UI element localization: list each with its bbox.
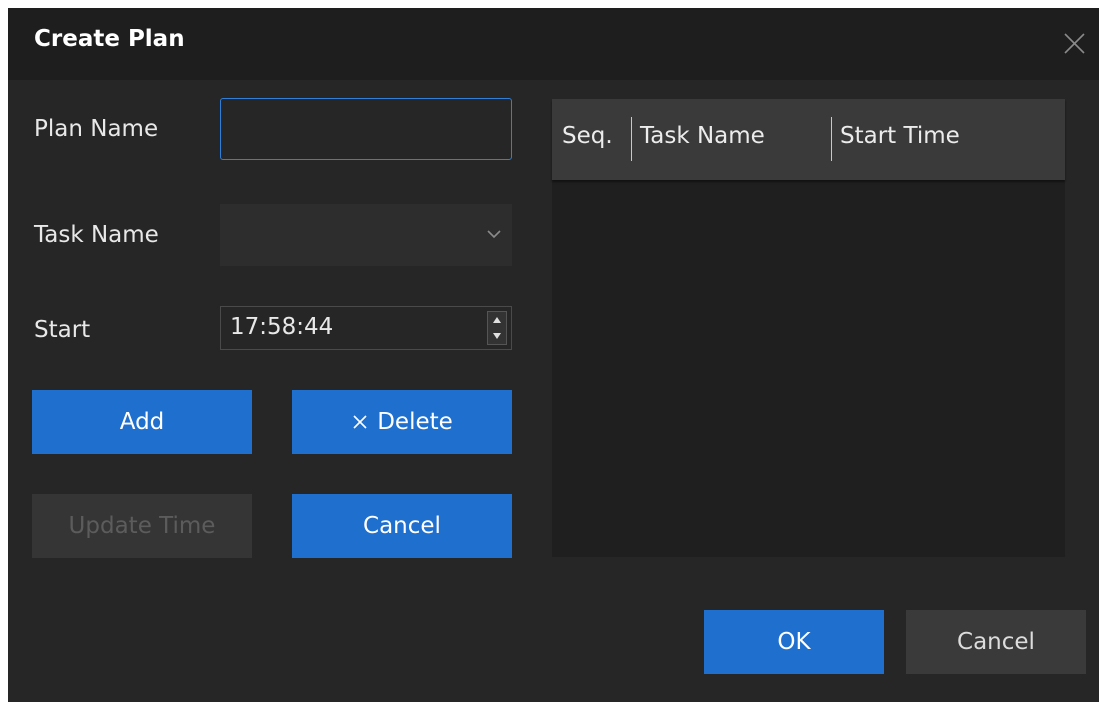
start-time-input[interactable]: 17:58:44 [220,306,512,350]
create-plan-dialog: Create Plan Plan Name Task Name Start 17… [8,8,1099,702]
add-button-label: Add [119,409,165,435]
start-time-value: 17:58:44 [230,314,334,340]
spin-up-icon[interactable] [488,312,506,328]
cancel-button[interactable]: Cancel [906,610,1086,674]
cancel-task-button-label: Cancel [363,513,441,539]
title-bar: Create Plan [8,8,1099,80]
ok-button[interactable]: OK [704,610,884,674]
spin-down-icon[interactable] [488,328,506,344]
cancel-task-button[interactable]: Cancel [292,494,512,558]
column-header-start-time[interactable]: Start Time [840,123,960,149]
time-spinner [487,311,507,345]
update-time-button: Update Time [32,494,252,558]
dialog-title: Create Plan [34,26,185,52]
close-button[interactable] [1057,26,1091,60]
add-button[interactable]: Add [32,390,252,454]
task-name-dropdown[interactable] [220,204,512,266]
plan-name-input[interactable] [220,98,512,160]
start-label: Start [34,317,91,343]
table-body [552,180,1065,557]
task-name-label: Task Name [34,222,159,248]
ok-button-label: OK [777,629,811,655]
close-icon [1064,33,1085,54]
cancel-button-label: Cancel [957,629,1035,655]
column-divider[interactable] [831,117,832,161]
delete-button-label: Delete [377,409,453,435]
task-table: Seq. Task Name Start Time [552,99,1065,557]
column-divider[interactable] [631,117,632,161]
delete-button[interactable]: Delete [292,390,512,454]
plan-name-label: Plan Name [34,116,159,142]
column-header-seq[interactable]: Seq. [562,123,613,149]
column-header-task-name[interactable]: Task Name [640,123,765,149]
close-icon [353,415,367,429]
update-time-button-label: Update Time [68,513,216,539]
chevron-down-icon [487,230,501,239]
table-header: Seq. Task Name Start Time [552,99,1065,180]
